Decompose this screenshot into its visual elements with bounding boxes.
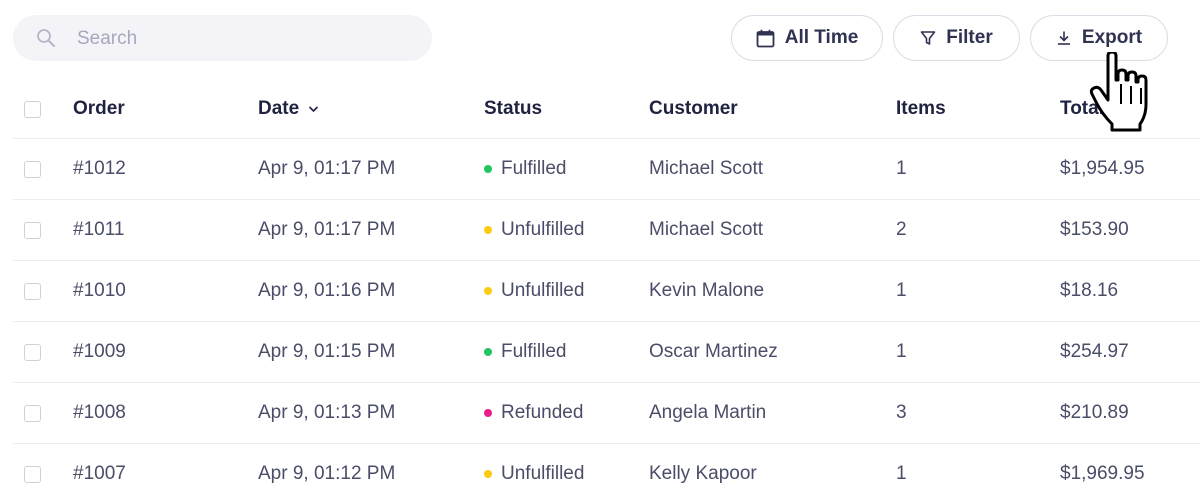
customer-name: Michael Scott — [649, 158, 764, 179]
order-date: Apr 9, 01:13 PM — [258, 402, 396, 423]
table-row[interactable]: #1012 Apr 9, 01:17 PM Fulfilled Michael … — [13, 139, 1200, 200]
order-status: Fulfilled — [484, 322, 566, 382]
order-number: #1009 — [73, 341, 126, 362]
order-number: #1012 — [73, 158, 126, 179]
status-dot — [484, 409, 492, 417]
table-row[interactable]: #1008 Apr 9, 01:13 PM Refunded Angela Ma… — [13, 383, 1200, 444]
order-total: $254.97 — [1060, 341, 1129, 362]
customer-name: Kevin Malone — [649, 280, 765, 301]
order-number: #1010 — [73, 280, 126, 301]
order-date: Apr 9, 01:17 PM — [258, 219, 396, 240]
column-header-date[interactable]: Date — [258, 80, 319, 138]
status-dot — [484, 165, 492, 173]
table-row[interactable]: #1007 Apr 9, 01:12 PM Unfulfilled Kelly … — [13, 444, 1200, 504]
status-dot — [484, 348, 492, 356]
orders-table: Order Date Status Customer Items Total #… — [13, 80, 1200, 504]
search-bar[interactable] — [13, 15, 432, 63]
table-row[interactable]: #1010 Apr 9, 01:16 PM Unfulfilled Kevin … — [13, 261, 1200, 322]
search-icon — [37, 29, 55, 47]
order-status: Fulfilled — [484, 139, 566, 199]
order-number: #1007 — [73, 463, 126, 484]
customer-name: Michael Scott — [649, 219, 764, 240]
item-count: 1 — [896, 463, 907, 484]
row-checkbox[interactable] — [24, 404, 41, 422]
select-all-cell — [24, 80, 41, 138]
column-header-status[interactable]: Status — [484, 80, 542, 138]
order-total: $18.16 — [1060, 280, 1119, 301]
status-dot — [484, 287, 492, 295]
column-header-total[interactable]: Total — [1060, 80, 1104, 138]
customer-name: Kelly Kapoor — [649, 463, 757, 484]
order-status: Unfulfilled — [484, 200, 584, 260]
order-total: $153.90 — [1060, 219, 1129, 240]
status-dot — [484, 470, 492, 478]
row-select-cell — [24, 139, 41, 199]
filter-icon — [920, 31, 936, 45]
status-dot — [484, 226, 492, 234]
status-label: Unfulfilled — [501, 280, 585, 301]
row-checkbox[interactable] — [24, 160, 41, 178]
table-row[interactable]: #1011 Apr 9, 01:17 PM Unfulfilled Michae… — [13, 200, 1200, 261]
order-status: Refunded — [484, 383, 583, 443]
status-label: Unfulfilled — [501, 219, 585, 240]
row-checkbox[interactable] — [24, 221, 41, 239]
download-icon — [1057, 31, 1070, 45]
export-label: Export — [1081, 27, 1143, 48]
search-input[interactable] — [75, 15, 419, 63]
status-label: Fulfilled — [501, 341, 567, 362]
row-checkbox[interactable] — [24, 343, 41, 361]
row-checkbox[interactable] — [24, 465, 41, 483]
status-label: Refunded — [501, 402, 584, 423]
order-status: Unfulfilled — [484, 261, 584, 321]
column-header-date-label: Date — [258, 98, 300, 119]
status-label: Fulfilled — [501, 158, 567, 179]
row-select-cell — [24, 383, 41, 443]
export-button[interactable]: Export — [1030, 15, 1168, 61]
row-select-cell — [24, 200, 41, 260]
toolbar: All Time Filter Export — [0, 0, 1200, 80]
customer-name: Angela Martin — [649, 402, 767, 423]
column-header-customer[interactable]: Customer — [649, 80, 738, 138]
row-select-cell — [24, 322, 41, 382]
order-status: Unfulfilled — [484, 444, 584, 504]
order-date: Apr 9, 01:17 PM — [258, 158, 396, 179]
order-total: $1,969.95 — [1060, 463, 1145, 484]
item-count: 2 — [896, 219, 907, 240]
table-row[interactable]: #1009 Apr 9, 01:15 PM Fulfilled Oscar Ma… — [13, 322, 1200, 383]
order-number: #1008 — [73, 402, 126, 423]
status-label: Unfulfilled — [501, 463, 585, 484]
column-header-order[interactable]: Order — [73, 80, 125, 138]
item-count: 1 — [896, 158, 907, 179]
select-all-checkbox[interactable] — [24, 100, 41, 118]
order-total: $210.89 — [1060, 402, 1129, 423]
row-select-cell — [24, 444, 41, 504]
order-total: $1,954.95 — [1060, 158, 1145, 179]
item-count: 1 — [896, 341, 907, 362]
chevron-down-icon — [309, 106, 319, 113]
item-count: 1 — [896, 280, 907, 301]
filter-label: Filter — [946, 27, 993, 48]
table-header: Order Date Status Customer Items Total — [13, 80, 1200, 139]
customer-name: Oscar Martinez — [649, 341, 778, 362]
filter-button[interactable]: Filter — [893, 15, 1020, 61]
all-time-label: All Time — [784, 27, 859, 48]
row-checkbox[interactable] — [24, 282, 41, 300]
column-header-items[interactable]: Items — [896, 80, 946, 138]
all-time-button[interactable]: All Time — [731, 15, 883, 61]
calendar-icon — [756, 29, 775, 47]
order-date: Apr 9, 01:15 PM — [258, 341, 396, 362]
order-date: Apr 9, 01:16 PM — [258, 280, 396, 301]
item-count: 3 — [896, 402, 907, 423]
order-number: #1011 — [73, 219, 125, 240]
order-date: Apr 9, 01:12 PM — [258, 463, 396, 484]
row-select-cell — [24, 261, 41, 321]
